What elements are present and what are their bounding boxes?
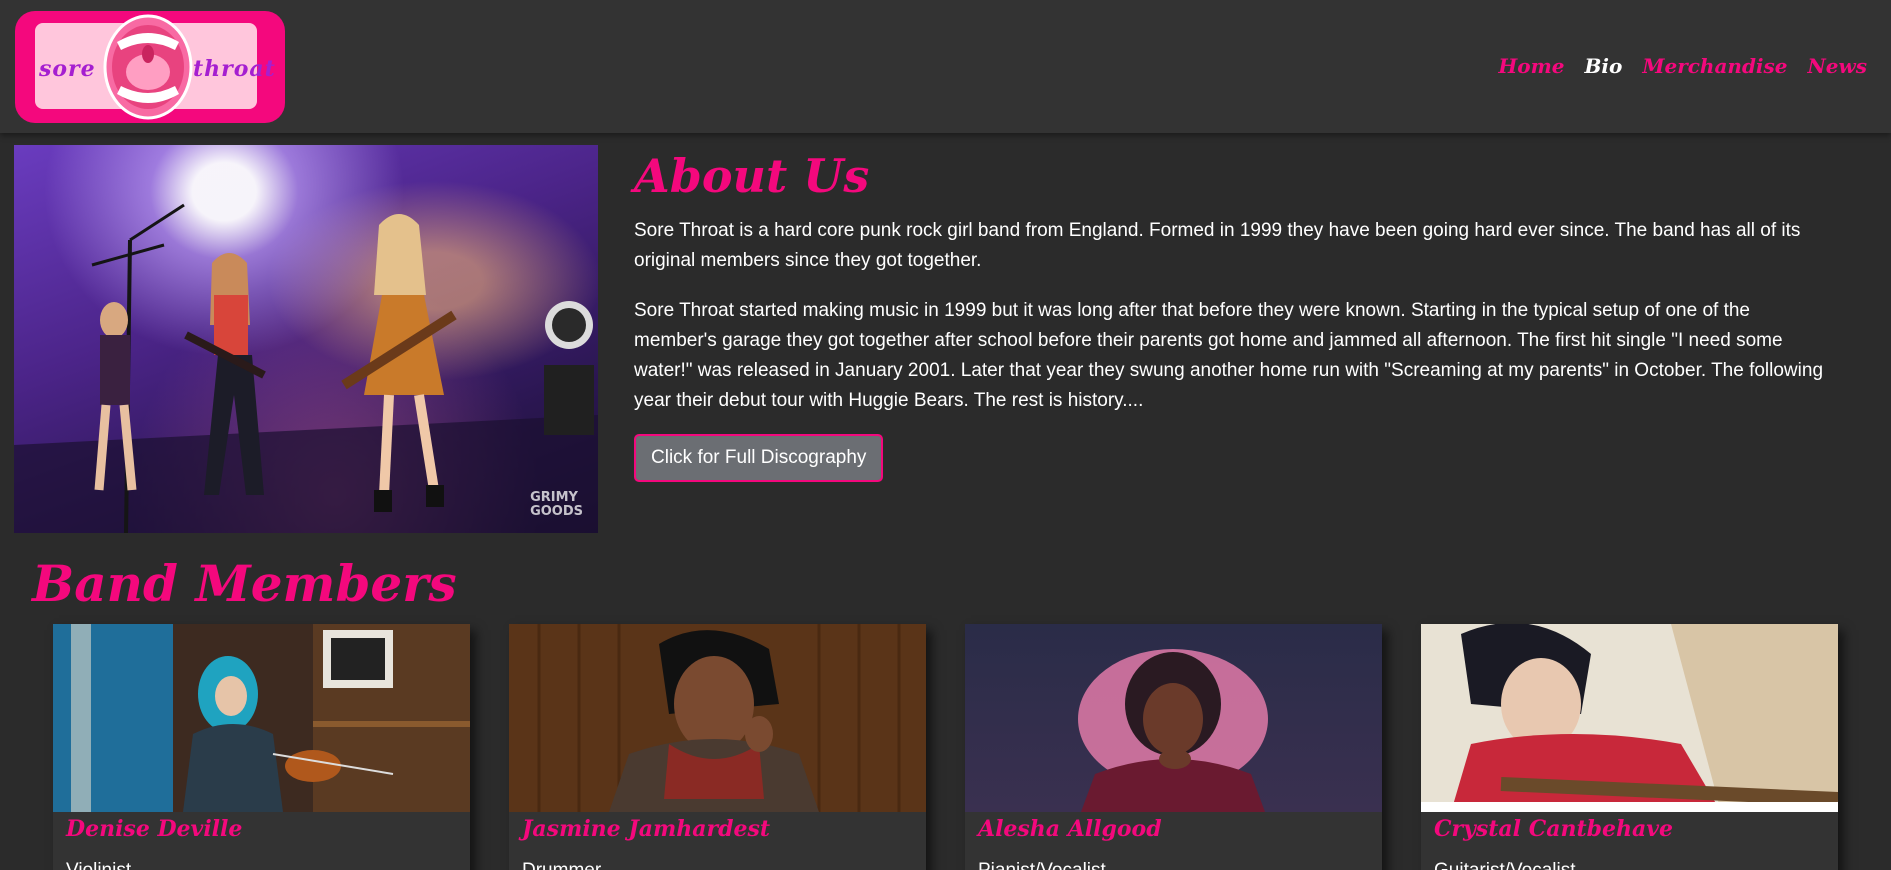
member-name: Denise Deville: [66, 816, 243, 842]
member-card[interactable]: Alesha Allgood Pianist/Vocalist: [965, 624, 1382, 870]
open-mouth-icon: [103, 14, 193, 120]
member-card[interactable]: Jasmine Jamhardest Drummer: [509, 624, 926, 870]
nav-merchandise[interactable]: Merchandise: [1642, 54, 1787, 78]
member-cards: Denise Deville Violinist Jasmine Jamhard…: [53, 624, 1838, 870]
concert-illustration: [14, 203, 598, 533]
member-name: Alesha Allgood: [978, 816, 1162, 842]
about-section: About Us Sore Throat is a hard core punk…: [634, 150, 1834, 482]
member-photo-guitarist: [1421, 624, 1838, 812]
photo-watermark: GRIMY GOODS: [530, 490, 583, 519]
nav-bio[interactable]: Bio: [1584, 54, 1622, 78]
logo-text-left: sore: [39, 56, 96, 82]
brand-logo[interactable]: sore throat: [15, 11, 285, 123]
about-paragraph-1: Sore Throat is a hard core punk rock gir…: [634, 220, 1801, 271]
full-discography-button[interactable]: Click for Full Discography: [634, 434, 884, 482]
nav-news[interactable]: News: [1808, 54, 1867, 78]
member-photo-drummer: [509, 624, 926, 812]
member-name: Jasmine Jamhardest: [522, 816, 771, 842]
band-members-title: Band Members: [32, 554, 457, 613]
member-role: Drummer: [522, 860, 601, 870]
member-role: Pianist/Vocalist: [978, 860, 1106, 870]
site-header: sore throat Home Bio Merchandise News: [0, 0, 1891, 133]
member-role: Violinist: [66, 860, 131, 870]
member-role: Guitarist/Vocalist: [1434, 860, 1576, 870]
member-photo-violinist: [53, 624, 470, 812]
member-photo-pianist: [965, 624, 1382, 812]
logo-text-right: throat: [193, 56, 276, 82]
main-nav: Home Bio Merchandise News: [1498, 54, 1867, 78]
member-name: Crystal Cantbehave: [1434, 816, 1674, 842]
about-paragraph-2: Sore Throat started making music in 1999…: [634, 300, 1824, 411]
member-card[interactable]: Crystal Cantbehave Guitarist/Vocalist: [1421, 624, 1838, 870]
member-card[interactable]: Denise Deville Violinist: [53, 624, 470, 870]
about-title: About Us: [634, 149, 870, 203]
band-concert-photo: GRIMY GOODS: [14, 145, 598, 533]
nav-home[interactable]: Home: [1498, 54, 1564, 78]
